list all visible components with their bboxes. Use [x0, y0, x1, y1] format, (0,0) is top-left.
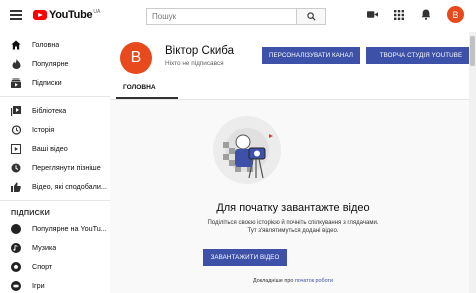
- logo-text: YouTube: [49, 9, 93, 21]
- sidebar-item-label: Підписки: [32, 78, 62, 87]
- empty-channel-illustration-icon: [213, 116, 281, 184]
- page-scrollbar[interactable]: [469, 32, 476, 293]
- empty-state-title: Для початку завантажте відео: [216, 202, 370, 214]
- history-icon: [11, 124, 21, 135]
- empty-state-description: Поділіться своєю історією й почніть спіл…: [207, 220, 379, 234]
- search-icon: [306, 12, 316, 21]
- library-icon: [11, 105, 21, 116]
- sidebar-item-label: Ваші відео: [32, 144, 68, 153]
- channel-avatar-icon: [11, 223, 21, 234]
- sidebar-item-label: Ігри: [32, 281, 45, 290]
- sidebar-divider: [0, 96, 110, 97]
- logo-region: UA: [93, 9, 101, 15]
- sidebar-item-subscriptions[interactable]: Підписки: [0, 73, 110, 92]
- sidebar-item-music[interactable]: Музика: [0, 238, 110, 257]
- watch-later-icon: [11, 163, 21, 173]
- sidebar: Головна Популярне Підписки Бібліотека Іс…: [0, 32, 110, 293]
- music-icon: [11, 242, 21, 253]
- learn-more-prefix: Докладніше про: [252, 278, 294, 284]
- account-avatar[interactable]: В: [447, 6, 464, 23]
- subscriptions-icon: [11, 78, 21, 88]
- sidebar-item-gaming[interactable]: Ігри: [0, 276, 110, 293]
- tab-active-indicator: [116, 97, 178, 99]
- sidebar-item-label: Історія: [32, 125, 55, 134]
- upload-video-button[interactable]: ЗАВАНТАЖИТИ ВІДЕО: [203, 249, 287, 266]
- top-icons: В: [352, 6, 464, 23]
- tab-home[interactable]: ГОЛОВНА: [116, 84, 163, 91]
- notifications-bell-icon[interactable]: [419, 8, 433, 22]
- sidebar-item-home[interactable]: Головна: [0, 35, 110, 54]
- subscriber-count: Ніхто не підписався: [165, 60, 224, 67]
- sidebar-item-label: Головна: [32, 40, 60, 49]
- sidebar-item-library[interactable]: Бібліотека: [0, 101, 110, 120]
- sidebar-item-label: Переглянути пізніше: [32, 163, 101, 172]
- channel-name: Віктор Скиба: [165, 45, 234, 57]
- youtube-logo[interactable]: YouTube UA: [33, 9, 100, 21]
- search-button[interactable]: [296, 8, 326, 25]
- customize-channel-button[interactable]: ПЕРСОНАЛІЗУВАТИ КАНАЛ: [262, 47, 360, 64]
- youtube-play-icon: [33, 10, 47, 20]
- top-bar: YouTube UA В: [0, 0, 476, 32]
- sidebar-item-label: Спорт: [32, 262, 53, 271]
- sidebar-item-your-videos[interactable]: Ваші відео: [0, 139, 110, 158]
- sidebar-item-label: Музика: [32, 243, 57, 252]
- sidebar-item-label: Популярне на YouTu...: [32, 224, 107, 233]
- learn-more-line: Докладніше про початок роботи: [110, 278, 476, 284]
- sidebar-divider: [0, 200, 110, 201]
- channel-header: В Віктор Скиба Ніхто не підписався ПЕРСО…: [110, 32, 476, 100]
- sidebar-item-label: Популярне: [32, 59, 69, 68]
- menu-icon[interactable]: [10, 10, 22, 20]
- search-input[interactable]: [146, 8, 296, 25]
- gaming-icon: [11, 280, 21, 291]
- subscriptions-heading: ПІДПИСКИ: [11, 207, 50, 217]
- apps-icon[interactable]: [392, 8, 406, 22]
- channel-content: Для початку завантажте відео Поділіться …: [110, 100, 476, 293]
- sidebar-item-label: Відео, які сподобали...: [32, 182, 107, 191]
- home-icon: [11, 40, 21, 50]
- sidebar-item-popular-on-youtube[interactable]: Популярне на YouTu...: [0, 219, 110, 238]
- sidebar-item-sport[interactable]: Спорт: [0, 257, 110, 276]
- create-video-icon[interactable]: [365, 8, 379, 22]
- scrollbar-thumb[interactable]: [470, 36, 475, 66]
- search-bar: [146, 8, 326, 25]
- youtube-studio-button[interactable]: ТВОРЧА СТУДІЯ YOUTUBE: [366, 47, 476, 64]
- like-icon: [11, 182, 21, 192]
- sidebar-item-watch-later[interactable]: Переглянути пізніше: [0, 158, 110, 177]
- learn-more-link[interactable]: початок роботи: [295, 278, 333, 284]
- channel-avatar[interactable]: В: [120, 42, 152, 74]
- your-videos-icon: [11, 143, 21, 154]
- sport-icon: [11, 261, 21, 272]
- sidebar-item-history[interactable]: Історія: [0, 120, 110, 139]
- sidebar-item-liked-videos[interactable]: Відео, які сподобали...: [0, 177, 110, 196]
- sidebar-item-label: Бібліотека: [32, 106, 67, 115]
- sidebar-item-trending[interactable]: Популярне: [0, 54, 110, 73]
- flame-icon: [11, 58, 21, 69]
